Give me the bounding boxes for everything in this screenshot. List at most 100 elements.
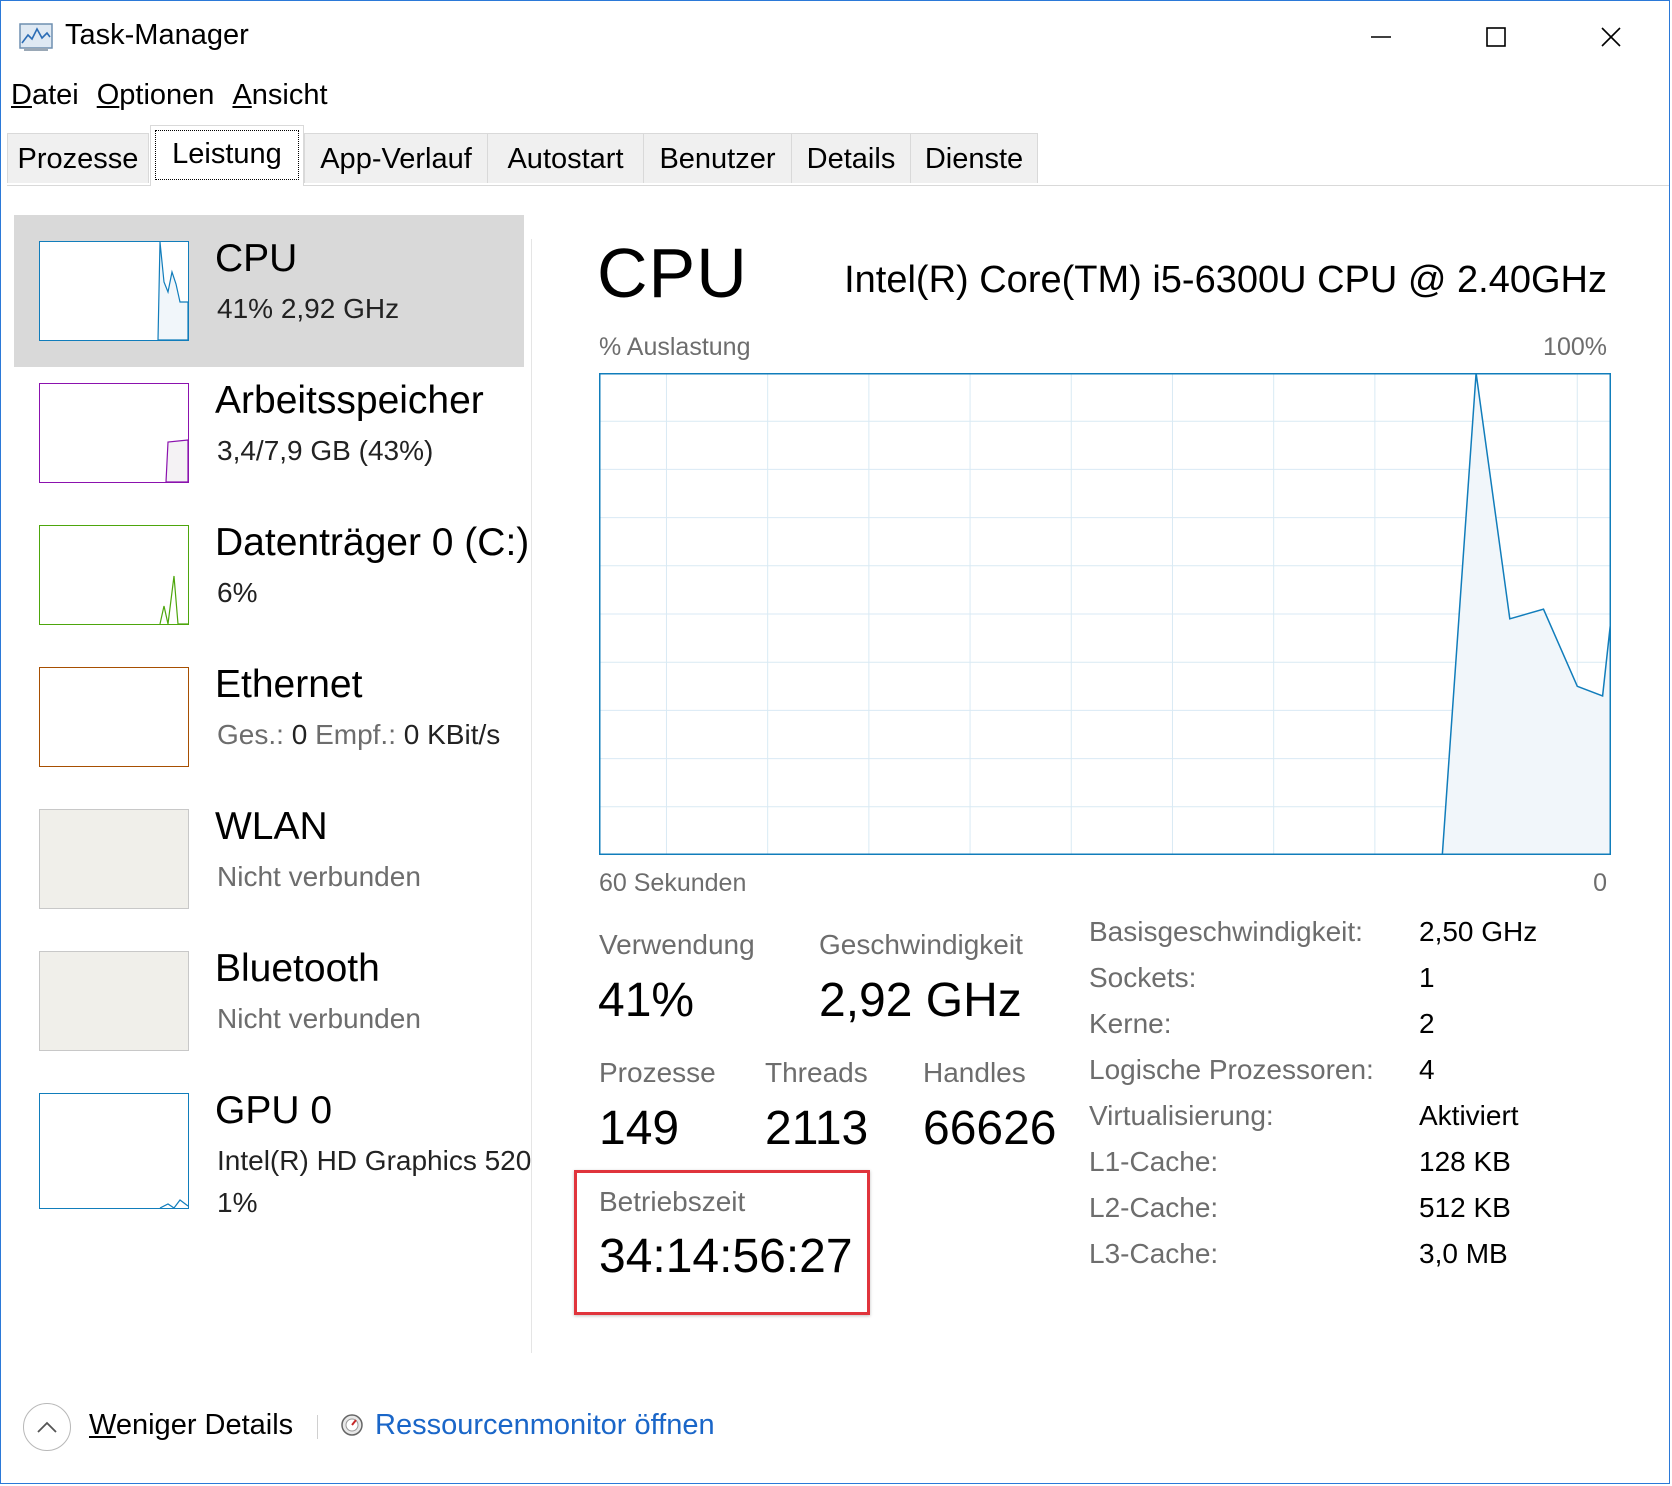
disk-thumbnail-graph [159,575,188,624]
info-label: Logische Prozessoren: [1089,1054,1374,1085]
speed-value: 2,92 GHz [819,974,1022,1027]
info-label: L1-Cache: [1089,1146,1219,1177]
sidebar-gpu-title: GPU 0 [215,1089,333,1132]
chevron-up-icon [37,1421,57,1433]
close-button[interactable] [1561,11,1661,63]
maximize-button[interactable] [1446,11,1546,63]
cpu-usage-graph [599,373,1611,855]
sidebar-disk-title: Datenträger 0 (C:) [215,521,530,564]
maximize-icon [1486,27,1506,47]
info-label: Basisgeschwindigkeit: [1089,916,1363,947]
uptime-label: Betriebszeit [599,1186,746,1217]
usage-label: Verwendung [599,929,755,960]
memory-thumbnail [39,383,189,483]
sidebar-item-bluetooth[interactable]: Bluetooth Nicht verbunden [14,925,524,1077]
handles-value: 66626 [923,1102,1057,1155]
info-value: 2,50 GHz [1419,916,1538,947]
processes-label: Prozesse [599,1057,716,1088]
cpu-thumbnail-graph [157,242,188,340]
usage-value: 41% [598,974,695,1027]
close-icon [1601,27,1621,47]
menu-optionen[interactable]: Optionen [95,79,217,121]
footer-separator [317,1415,318,1439]
title-bar[interactable]: Task-Manager [1,1,1669,73]
info-label: L2-Cache: [1089,1192,1219,1223]
ethernet-thumbnail [39,667,189,767]
task-manager-icon [19,23,53,51]
resource-monitor-link[interactable]: Ressourcenmonitor öffnen [375,1409,715,1442]
footer: Weniger Details Ressourcenmonitor öffnen [1,1361,1671,1485]
handles-label: Handles [923,1057,1026,1088]
resource-monitor-icon [341,1414,363,1436]
info-value: 3,0 MB [1419,1238,1508,1269]
memory-thumbnail-graph [165,439,188,482]
cpu-thumbnail [39,241,189,341]
wlan-thumbnail [39,809,189,909]
sidebar-item-cpu[interactable]: CPU 41% 2,92 GHz [14,215,524,367]
graph-time-label: 60 Sekunden [599,869,747,897]
sidebar-item-memory[interactable]: Arbeitsspeicher 3,4/7,9 GB (43%) [14,357,524,509]
info-value: Aktiviert [1419,1100,1519,1131]
sidebar-item-gpu[interactable]: GPU 0 Intel(R) HD Graphics 520 1% [14,1067,531,1237]
info-value: 512 KB [1419,1192,1511,1223]
info-value: 128 KB [1419,1146,1511,1177]
menu-datei[interactable]: Datei [9,79,81,121]
sidebar-item-ethernet[interactable]: Ethernet Ges.: 0 Empf.: 0 KBit/s [14,641,524,793]
sidebar-cpu-sub: 41% 2,92 GHz [217,293,400,324]
processes-value: 149 [599,1102,680,1155]
collapse-button[interactable] [23,1403,71,1451]
info-label: Sockets: [1089,962,1197,993]
task-manager-window: Task-Manager Datei Optionen Ansicht Proz… [0,0,1670,1484]
sidebar-item-wlan[interactable]: WLAN Nicht verbunden [14,783,524,935]
sidebar-gpu-sub2: 1% [217,1187,258,1218]
minimize-icon [1371,36,1391,38]
speed-label: Geschwindigkeit [819,929,1023,960]
tab-autostart[interactable]: Autostart [487,133,644,183]
info-label: Kerne: [1089,1008,1172,1039]
sidebar-gpu-sub: Intel(R) HD Graphics 520 [217,1145,531,1176]
gpu-thumbnail-graph [159,1199,188,1208]
tab-leistung[interactable]: Leistung [150,125,304,186]
sidebar-memory-title: Arbeitsspeicher [215,379,484,422]
sidebar-item-disk[interactable]: Datenträger 0 (C:) 6% [14,499,529,651]
gpu-thumbnail [39,1093,189,1209]
sidebar-bluetooth-sub: Nicht verbunden [217,1003,421,1034]
info-value: 1 [1419,962,1435,993]
graph-zero-label: 0 [1593,869,1607,897]
sidebar-bluetooth-title: Bluetooth [215,947,380,990]
threads-value: 2113 [765,1102,869,1155]
info-value: 2 [1419,1008,1435,1039]
disk-thumbnail [39,525,189,625]
resource-sidebar: CPU 41% 2,92 GHz Arbeitsspeicher 3,4/7,9… [1,187,531,1357]
tab-strip: Prozesse Leistung App-Verlauf Autostart … [7,125,1669,186]
sidebar-wlan-title: WLAN [215,805,328,848]
sidebar-divider [531,239,532,1353]
minimize-button[interactable] [1331,11,1431,63]
tab-prozesse[interactable]: Prozesse [7,133,149,183]
bluetooth-thumbnail [39,951,189,1051]
fewer-details-link[interactable]: Weniger Details [89,1409,293,1442]
sidebar-memory-sub: 3,4/7,9 GB (43%) [217,435,434,466]
uptime-value: 34:14:56:27 [599,1230,853,1283]
tab-dienste[interactable]: Dienste [910,133,1038,183]
sidebar-cpu-title: CPU [215,237,298,280]
graph-label: % Auslastung [599,333,751,361]
window-title: Task-Manager [65,19,249,51]
info-value: 4 [1419,1054,1435,1085]
sidebar-wlan-sub: Nicht verbunden [217,861,421,892]
menu-bar: Datei Optionen Ansicht [9,79,330,121]
cpu-model: Intel(R) Core(TM) i5-6300U CPU @ 2.40GHz [844,259,1607,301]
menu-ansicht[interactable]: Ansicht [230,79,329,121]
sidebar-ethernet-title: Ethernet [215,663,363,706]
sidebar-ethernet-sub: Ges.: 0 Empf.: 0 KBit/s [217,719,501,750]
tab-app-verlauf[interactable]: App-Verlauf [304,133,488,183]
graph-max-label: 100% [1543,333,1607,361]
threads-label: Threads [765,1057,868,1088]
info-label: Virtualisierung: [1089,1100,1274,1131]
tab-details[interactable]: Details [791,133,911,183]
tab-focus-rect [155,130,299,180]
info-label: L3-Cache: [1089,1238,1219,1269]
cpu-heading: CPU [597,234,748,312]
tab-benutzer[interactable]: Benutzer [643,133,792,183]
sidebar-disk-sub: 6% [217,577,258,608]
